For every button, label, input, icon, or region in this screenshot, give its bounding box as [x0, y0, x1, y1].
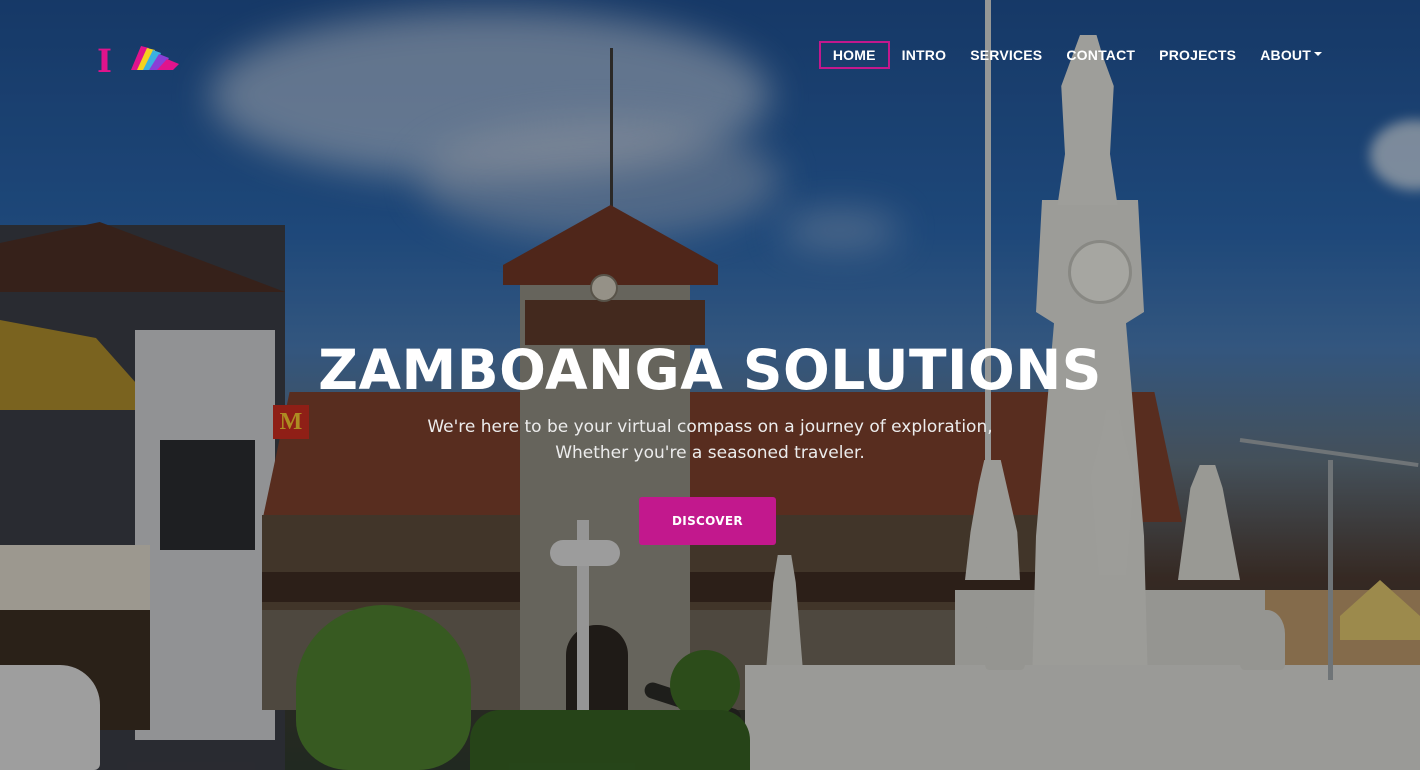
- hero-subtitle-line2: Whether you're a seasoned traveler.: [555, 443, 865, 463]
- discover-button[interactable]: DISCOVER: [639, 497, 776, 545]
- logo-letter: I: [97, 44, 112, 74]
- nav-item-projects[interactable]: PROJECTS: [1147, 43, 1248, 67]
- nav-item-about-label: ABOUT: [1260, 47, 1311, 63]
- hero-section: M I HOME INTRO SERVICES CONTACT PROJECTS…: [0, 0, 1420, 770]
- nav-item-about[interactable]: ABOUT: [1248, 43, 1334, 67]
- main-nav: HOME INTRO SERVICES CONTACT PROJECTS ABO…: [818, 41, 1334, 69]
- nav-item-contact[interactable]: CONTACT: [1054, 43, 1147, 67]
- nav-item-home[interactable]: HOME: [818, 41, 890, 69]
- logo-icon: I: [97, 42, 179, 80]
- hero-subtitle: We're here to be your virtual compass on…: [0, 414, 1420, 466]
- brand-logo[interactable]: I: [97, 42, 181, 80]
- caret-down-icon: [1314, 52, 1322, 57]
- nav-item-services[interactable]: SERVICES: [958, 43, 1054, 67]
- nav-item-intro[interactable]: INTRO: [890, 43, 959, 67]
- hero-subtitle-line1: We're here to be your virtual compass on…: [427, 417, 993, 437]
- hero-title: ZAMBOANGA SOLUTIONS: [318, 338, 1102, 402]
